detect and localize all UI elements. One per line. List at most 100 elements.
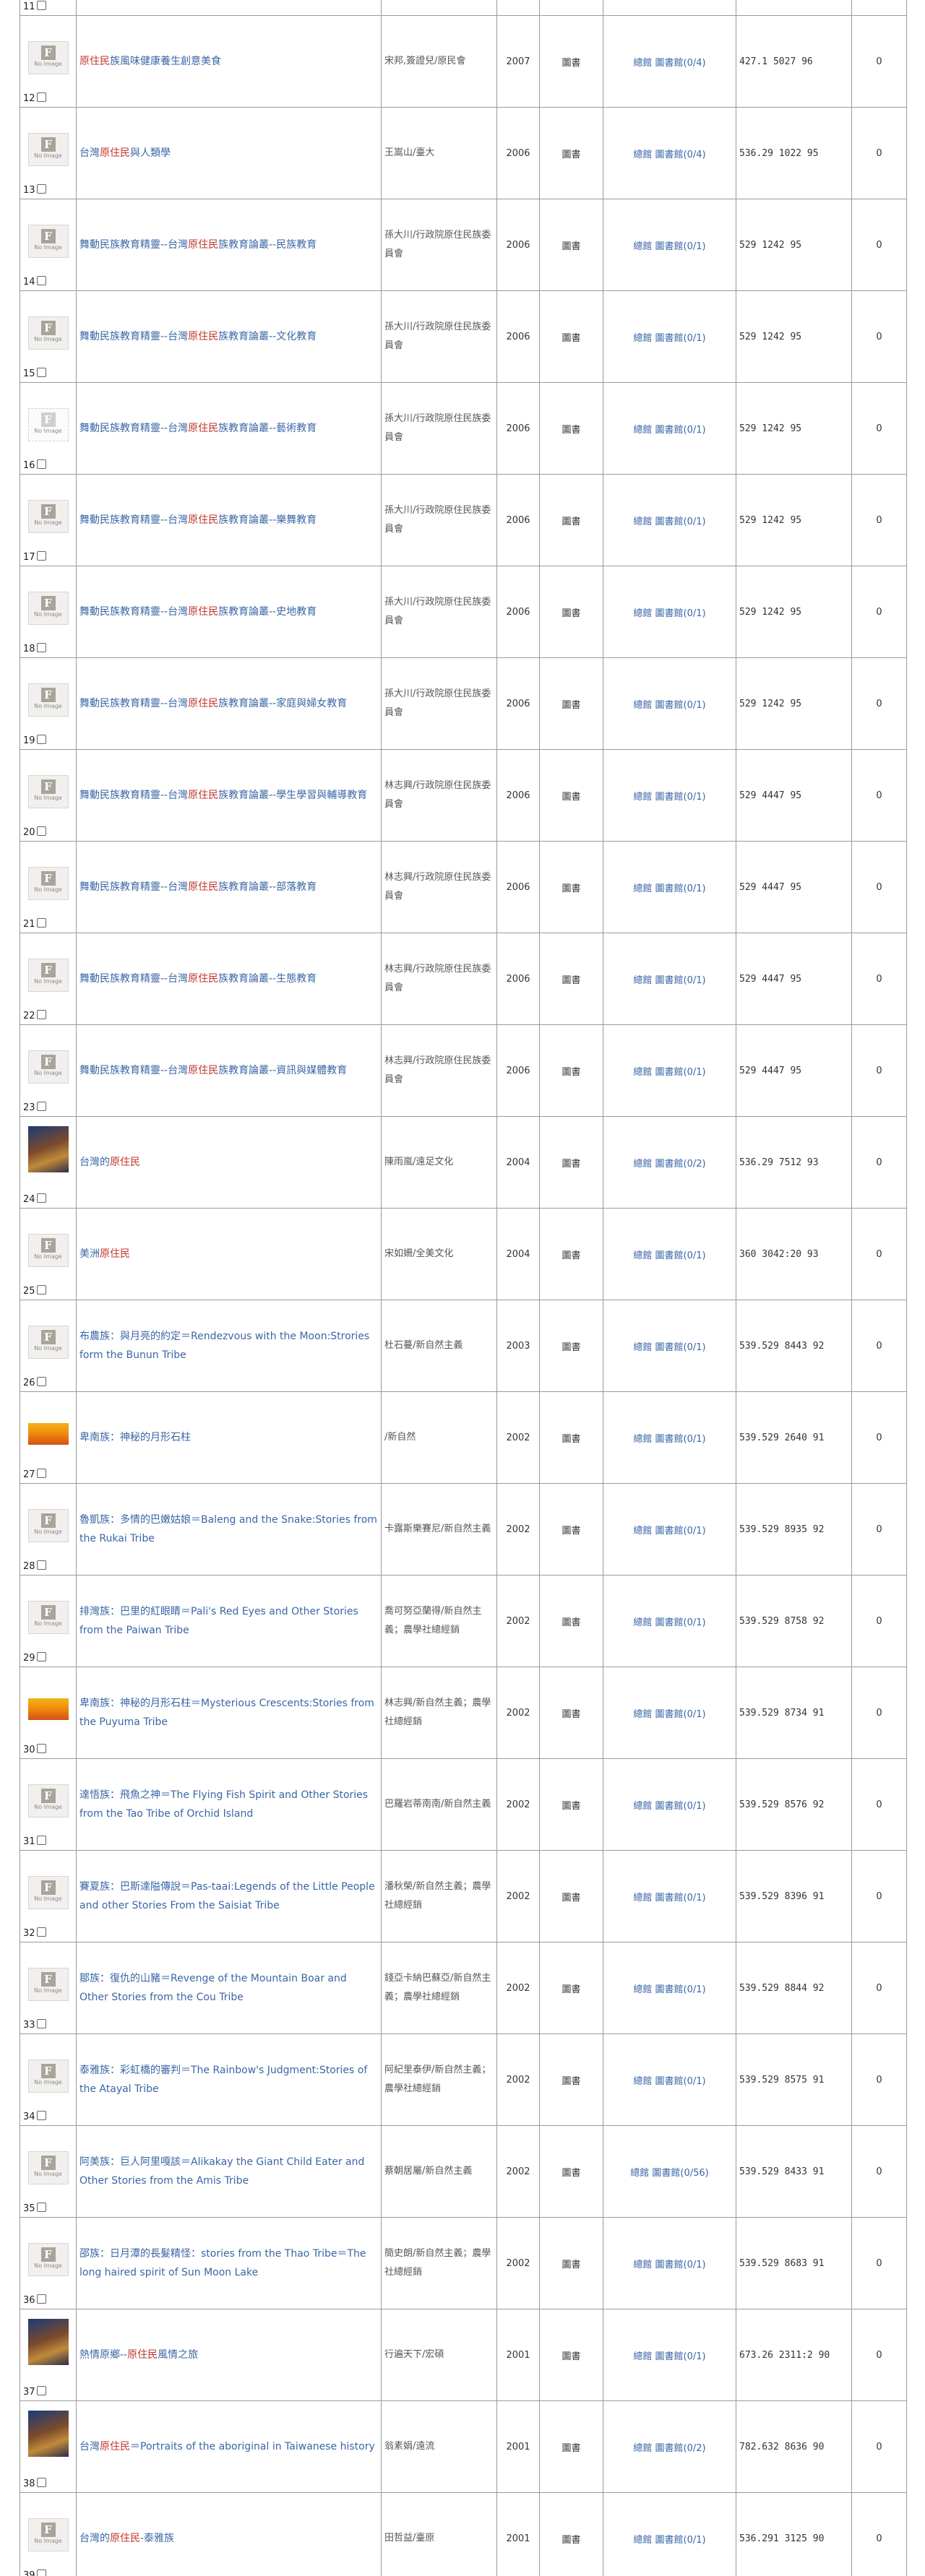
holdings-link[interactable]: 總館 圖書館(0/1) [603, 1300, 736, 1392]
holdings-link[interactable]: 總館 圖書館(0/2) [603, 2400, 736, 2493]
cover-thumbnail[interactable]: FNo Image [27, 41, 69, 75]
select-checkbox[interactable] [36, 1, 46, 10]
select-checkbox[interactable] [36, 1652, 46, 1661]
holdings-link[interactable]: 總館 圖書館(0/1) [603, 1758, 736, 1851]
holdings-link[interactable]: 總館 圖書館(0/1) [603, 1024, 736, 1117]
holdings-link[interactable]: 總館 圖書館(0/1) [603, 1483, 736, 1576]
title-link[interactable]: 魯凱族：多情的巴嫩姑娘＝Baleng and the Snake:Stories… [76, 1483, 382, 1576]
select-checkbox[interactable] [36, 2478, 46, 2487]
select-checkbox[interactable] [36, 2294, 46, 2304]
cover-thumbnail[interactable]: FNo Image [27, 1234, 69, 1268]
title-link[interactable]: 台灣原住民＝Portraits of the aboriginal in Tai… [76, 2400, 382, 2493]
cover-thumbnail[interactable]: FNo Image [27, 2243, 69, 2277]
cover-thumbnail[interactable]: FNo Image [27, 2410, 69, 2457]
holdings-link[interactable]: 總館 圖書館(0/1) [603, 2492, 736, 2576]
holdings-link[interactable]: 總館 圖書館(0/1) [603, 1575, 736, 1667]
cover-thumbnail[interactable]: FNo Image [27, 133, 69, 167]
cover-thumbnail[interactable]: FNo Image [27, 1784, 69, 1818]
select-checkbox[interactable] [36, 1469, 46, 1478]
cover-thumbnail[interactable]: FNo Image [27, 225, 69, 259]
select-checkbox[interactable] [36, 184, 46, 194]
select-checkbox[interactable] [36, 1927, 46, 1937]
holdings-link[interactable]: 總館 圖書館(0/1) [603, 382, 736, 475]
cover-thumbnail[interactable]: FNo Image [27, 1601, 69, 1635]
title-link[interactable]: 達悟族：飛魚之神＝The Flying Fish Spirit and Othe… [76, 1758, 382, 1851]
title-link[interactable]: 舞動民族教育精靈--台灣原住民族教育論叢--文化教育 [76, 290, 382, 383]
select-checkbox[interactable] [36, 276, 46, 285]
cover-thumbnail[interactable]: FNo Image [27, 1050, 69, 1084]
cover-thumbnail[interactable]: FNo Image [27, 2518, 69, 2552]
holdings-link[interactable]: 總館 圖書館(0/1) [603, 2033, 736, 2126]
select-checkbox[interactable] [36, 1836, 46, 1845]
title-link[interactable]: 台灣的原住民-泰雅族 [76, 2492, 382, 2576]
cover-thumbnail[interactable]: FNo Image [27, 1326, 69, 1360]
title-link[interactable]: 布農族：與月亮的約定＝Rendezvous with the Moon:Stro… [76, 1300, 382, 1392]
title-link[interactable]: 賽夏族：巴斯達隘傳說＝Pas-taai:Legends of the Littl… [76, 1850, 382, 1942]
select-checkbox[interactable] [36, 1285, 46, 1295]
holdings-link[interactable]: 總館 圖書館(0/1) [603, 199, 736, 291]
select-checkbox[interactable] [36, 1010, 46, 1019]
cover-thumbnail[interactable]: FNo Image [27, 775, 69, 809]
title-link[interactable]: 舞動民族教育精靈--台灣原住民族教育論叢--學生學習與輔導教育 [76, 749, 382, 842]
cover-thumbnail[interactable]: FNo Image [27, 1968, 69, 2002]
title-link[interactable]: 舞動民族教育精靈--台灣原住民族教育論叢--藝術教育 [76, 382, 382, 475]
select-checkbox[interactable] [36, 2386, 46, 2395]
cover-thumbnail[interactable]: FNo Image [27, 1415, 69, 1445]
select-checkbox[interactable] [36, 368, 46, 377]
holdings-link[interactable]: 總館 圖書館(0/1) [603, 933, 736, 1025]
title-link[interactable]: 舞動民族教育精靈--台灣原住民族教育論叢--樂舞教育 [76, 474, 382, 566]
holdings-link[interactable]: 總館 圖書館(0/1) [603, 841, 736, 933]
select-checkbox[interactable] [36, 826, 46, 836]
select-checkbox[interactable] [36, 2019, 46, 2028]
title-link[interactable]: 熱情原鄉--原住民風情之旅 [76, 2309, 382, 2401]
cover-thumbnail[interactable]: FNo Image [27, 592, 69, 626]
holdings-link[interactable]: 總館 圖書館(0/1) [603, 2309, 736, 2401]
holdings-link[interactable] [603, 0, 736, 16]
holdings-link[interactable]: 總館 圖書館(0/1) [603, 566, 736, 658]
select-checkbox[interactable] [36, 1744, 46, 1753]
title-link[interactable]: 台灣的原住民 [76, 1116, 382, 1209]
select-checkbox[interactable] [36, 1560, 46, 1570]
holdings-link[interactable]: 總館 圖書館(0/4) [603, 107, 736, 199]
title-link[interactable]: 卑南族：神秘的月形石柱＝Mysterious Crescents:Stories… [76, 1667, 382, 1759]
cover-thumbnail[interactable]: FNo Image [27, 867, 69, 901]
title-link[interactable]: 卑南族：神秘的月形石柱 [76, 1391, 382, 1484]
select-checkbox[interactable] [36, 2203, 46, 2212]
holdings-link[interactable]: 總館 圖書館(0/4) [603, 15, 736, 108]
select-checkbox[interactable] [36, 1193, 46, 1203]
cover-thumbnail[interactable]: FNo Image [27, 959, 69, 993]
title-link[interactable]: 泰雅族：彩虹橋的審判＝The Rainbow's Judgment:Storie… [76, 2033, 382, 2126]
cover-thumbnail[interactable]: FNo Image [27, 683, 69, 717]
holdings-link[interactable]: 總館 圖書館(0/2) [603, 1116, 736, 1209]
title-link[interactable]: 原住民族風味健康養生創意美食 [76, 15, 382, 108]
cover-thumbnail[interactable]: FNo Image [27, 2318, 69, 2365]
cover-thumbnail[interactable]: FNo Image [27, 1125, 69, 1172]
select-checkbox[interactable] [36, 459, 46, 469]
select-checkbox[interactable] [36, 918, 46, 928]
title-link[interactable]: 舞動民族教育精靈--台灣原住民族教育論叢--資訊與媒體教育 [76, 1024, 382, 1117]
cover-thumbnail[interactable]: FNo Image [27, 2151, 69, 2185]
title-link[interactable]: 排灣族：巴里的紅眼睛＝Pali's Red Eyes and Other Sto… [76, 1575, 382, 1667]
holdings-link[interactable]: 總館 圖書館(0/1) [603, 474, 736, 566]
select-checkbox[interactable] [36, 1102, 46, 1111]
select-checkbox[interactable] [36, 643, 46, 652]
title-link[interactable]: 阿美族：巨人阿里嘎該＝Alikakay the Giant Child Eate… [76, 2125, 382, 2218]
cover-thumbnail[interactable]: FNo Image [27, 1509, 69, 1543]
select-checkbox[interactable] [36, 551, 46, 561]
select-checkbox[interactable] [36, 1377, 46, 1386]
select-checkbox[interactable] [36, 92, 46, 102]
holdings-link[interactable]: 總館 圖書館(0/1) [603, 1667, 736, 1759]
title-link[interactable]: 台灣原住民與人類學 [76, 107, 382, 199]
title-link[interactable]: 美洲原住民 [76, 1208, 382, 1300]
holdings-link[interactable]: 總館 圖書館(0/1) [603, 2217, 736, 2309]
holdings-link[interactable]: 總館 圖書館(0/1) [603, 1391, 736, 1484]
holdings-link[interactable]: 總館 圖書館(0/1) [603, 749, 736, 842]
cover-thumbnail[interactable]: FNo Image [27, 500, 69, 534]
cover-thumbnail[interactable]: FNo Image [27, 2059, 69, 2093]
select-checkbox[interactable] [36, 2111, 46, 2120]
title-link[interactable]: 舞動民族教育精靈--台灣原住民族教育論叢--家庭與婦女教育 [76, 657, 382, 750]
holdings-link[interactable]: 總館 圖書館(0/1) [603, 1850, 736, 1942]
holdings-link[interactable]: 總館 圖書館(0/1) [603, 657, 736, 750]
cover-thumbnail[interactable]: FNo Image [27, 316, 69, 350]
holdings-link[interactable]: 總館 圖書館(0/1) [603, 1208, 736, 1300]
